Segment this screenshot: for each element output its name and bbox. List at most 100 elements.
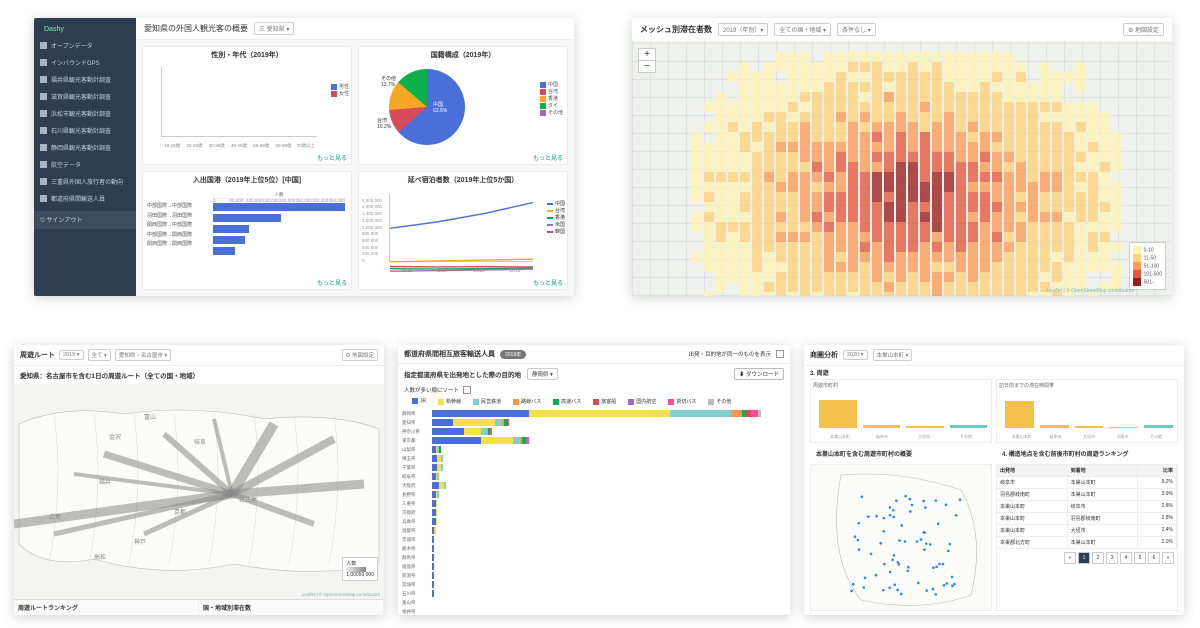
pager-button[interactable]: 5 [1134, 552, 1146, 564]
sidebar-item[interactable]: 航空データ [34, 156, 136, 173]
pager-button[interactable]: » [1162, 552, 1174, 564]
sidebar-item[interactable]: 滋賀県観光客動計調査 [34, 88, 136, 105]
svg-text:京都: 京都 [174, 508, 186, 516]
region-dropdown[interactable]: 全ての国・地域 ▾ [774, 23, 831, 36]
section-heading: 本巣山本町を含む周遊市町村の概要 [810, 447, 992, 460]
panel-title: 都道府県間相互旅客輸送人員 [404, 349, 495, 359]
region-dropdown[interactable]: 三 愛知県 ▾ [254, 22, 294, 35]
section-heading: 3. 周遊 [804, 366, 1184, 379]
page-title: 愛知県の外国人観光客の概要 [144, 23, 248, 34]
legend-female: 女性 [331, 90, 349, 97]
stacked-bar-chart: 静岡県愛知県神奈川県東京都山梨県埼玉県千葉県岐阜県大阪府長野県三重県京都府兵庫県… [398, 407, 790, 615]
dashboard-overview: Dashy オープンデータインバウンドGPS福井県観光客動計調査滋賀県観光客動計… [34, 18, 574, 296]
svg-text:富山: 富山 [144, 413, 156, 421]
svg-text:神戸: 神戸 [134, 538, 146, 546]
pref-dropdown[interactable]: 静岡県 ▾ [527, 368, 558, 380]
zoom-control[interactable]: +− [638, 48, 656, 73]
year-pill[interactable]: 2019年 [500, 350, 526, 359]
pager-button[interactable]: 6 [1148, 552, 1160, 564]
sidebar-item[interactable]: 三重県外国人旅行者の動向 [34, 173, 136, 190]
year-dropdown[interactable]: 2019 ▾ [59, 350, 84, 360]
color-scale: 0-1011-5051-100101-500501- [1129, 242, 1166, 290]
pager-button[interactable]: 1 [1078, 552, 1090, 564]
card-title: 国籍構成（2019年） [359, 47, 567, 63]
card-ports: 入出国港（2019年上位5位）[中国] 人数 050,000100,000150… [142, 171, 352, 290]
mini-chart-a: 周遊市町村 本巣山本町岐阜市大垣市その他 [810, 379, 992, 443]
svg-text:金沢: 金沢 [109, 433, 121, 441]
pager-button[interactable]: 2 [1092, 552, 1104, 564]
sort-checkbox[interactable] [463, 386, 471, 394]
sidebar: Dashy オープンデータインバウンドGPS福井県観光客動計調査滋賀県観光客動計… [34, 18, 136, 296]
nav-icon [40, 42, 47, 49]
analysis-panel: 商圏分析 2020 ▾ 本巣山本町 ▾ 3. 周遊 周遊市町村 本巣山本町岐阜市… [804, 345, 1184, 615]
same-od-label: 出発・目的地が同一のものを表示 [688, 350, 771, 358]
svg-text:名古屋: 名古屋 [239, 496, 257, 504]
transport-panel: 都道府県間相互旅客輸送人員 2019年 出発・目的地が同一のものを表示 指定都道… [398, 345, 790, 615]
pager-button[interactable]: 4 [1120, 552, 1132, 564]
route-panel: 周遊ルート 2019 ▾ 全て ▾ 愛知県・名古屋市 ▾ ⚙ 地図設定 愛知県：… [14, 345, 384, 615]
sidebar-item[interactable]: 都道府県間輸送人員 [34, 190, 136, 207]
card-sex-age: 性別・年代（2019年） 10-19歳20-29歳30-39歳40-49歳50-… [142, 46, 352, 165]
pie-chart [389, 69, 465, 145]
map-attribution: Leaflet | © OpenStreetMap contributors [1047, 288, 1134, 294]
mini-map[interactable] [810, 464, 992, 611]
svg-text:岐阜: 岐阜 [194, 438, 206, 446]
subtitle: 愛知県：名古屋市を含む1日の周遊ルート（全ての国・地域） [14, 366, 384, 384]
pager-button[interactable]: « [1064, 552, 1076, 564]
heatmap-panel: メッシュ別滞在者数 2019（年別）▾ 全ての国・地域 ▾ 条件なし ▾ ⚙ 地… [632, 18, 1172, 296]
route-map[interactable]: 富山金沢福井 岐阜名古屋京都神戸高松 広島 人数 1,00050,000 Leafl… [14, 384, 384, 599]
card-nationality: 国籍構成（2019年） その他13.7% 台湾10.2% 中国63.5% 中国台… [358, 46, 568, 165]
svg-text:高松: 高松 [94, 553, 106, 561]
svg-text:福井: 福井 [99, 478, 111, 486]
cond-dropdown[interactable]: 条件なし ▾ [837, 23, 876, 36]
year-dropdown[interactable]: 2019（年別）▾ [718, 23, 768, 36]
sidebar-item[interactable]: オープンデータ [34, 37, 136, 54]
download-button[interactable]: ⬇ ダウンロード [734, 368, 784, 380]
heatmap[interactable]: +− 0-1011-5051-100101-500501- Leaflet | … [632, 42, 1172, 296]
sidebar-item[interactable]: 浜松市観光客動計調査 [34, 105, 136, 122]
year-dropdown[interactable]: 2020 ▾ [843, 350, 868, 360]
route-legend: 人数 1,00050,000 [342, 557, 378, 581]
pager: «123456» [997, 549, 1177, 567]
map-settings-button[interactable]: ⚙ 地図設定 [1123, 23, 1164, 36]
mini-chart-b: 訪日前までの滞在時間帯 本巣山本町岐阜市大垣市羽島市その他 [996, 379, 1178, 443]
munic-dropdown[interactable]: 本巣山本町 ▾ [873, 349, 913, 361]
brand: Dashy [34, 22, 136, 37]
more-link[interactable]: もっと見る [143, 151, 351, 164]
nav-icon [40, 110, 47, 117]
map-attribution: Leaflet | © OpenStreetMap contributors [302, 592, 380, 597]
zoom-in-icon: + [639, 49, 655, 61]
same-od-checkbox[interactable] [776, 350, 784, 358]
nav-icon [40, 59, 47, 66]
nav-icon [40, 144, 47, 151]
sidebar-item[interactable]: 福井県観光客動計調査 [34, 71, 136, 88]
sidebar-item[interactable]: 静岡県観光客動計調査 [34, 139, 136, 156]
ranking-table: 出発地到着地比率岐阜市本巣山本町5.2%羽島郡岐南町本巣山本町3.9%本巣山本町… [996, 464, 1178, 611]
more-link[interactable]: もっと見る [359, 151, 567, 164]
nav-icon [40, 127, 47, 134]
nav-icon [40, 195, 47, 202]
signout-button[interactable]: ⎋ サインアウト [34, 211, 136, 229]
map-settings-button[interactable]: ⚙ 地図設定 [342, 349, 378, 361]
card-stays: 延べ宿泊者数（2019年上位5か国） 0200,000400,000600,00… [358, 171, 568, 290]
card-title: 入出国港（2019年上位5位）[中国] [143, 172, 351, 188]
panel-title: 商圏分析 [810, 350, 838, 360]
card-title: 延べ宿泊者数（2019年上位5か国） [359, 172, 567, 188]
tab-by-nation[interactable]: 国・地域別滞在数 [199, 600, 384, 615]
sort-label: 人数が多い順にソート [404, 386, 459, 394]
sidebar-item[interactable]: インバウンドGPS [34, 54, 136, 71]
more-link[interactable]: もっと見る [143, 276, 351, 289]
nat-dropdown[interactable]: 全て ▾ [88, 349, 111, 361]
sidebar-item[interactable]: 石川県観光客動計調査 [34, 122, 136, 139]
panel-title: メッシュ別滞在者数 [640, 24, 712, 35]
line-chart: 0200,000400,000600,000800,0001,000,0001,… [389, 194, 533, 262]
dashboard-main: 愛知県の外国人観光客の概要 三 愛知県 ▾ 性別・年代（2019年） 10-19… [136, 18, 574, 296]
pager-button[interactable]: 3 [1106, 552, 1118, 564]
section-heading: 4. 構造地点を含む前後市町村の周遊ランキング [996, 447, 1178, 460]
nav-icon [40, 178, 47, 185]
tab-ranking[interactable]: 周遊ルートランキング [14, 600, 199, 615]
subtitle: 指定都道府県を出発地とした際の目的地 [404, 369, 521, 379]
dest-dropdown[interactable]: 愛知県・名古屋市 ▾ [115, 349, 171, 361]
svg-text:広島: 広島 [49, 513, 61, 521]
nav-icon [40, 93, 47, 100]
